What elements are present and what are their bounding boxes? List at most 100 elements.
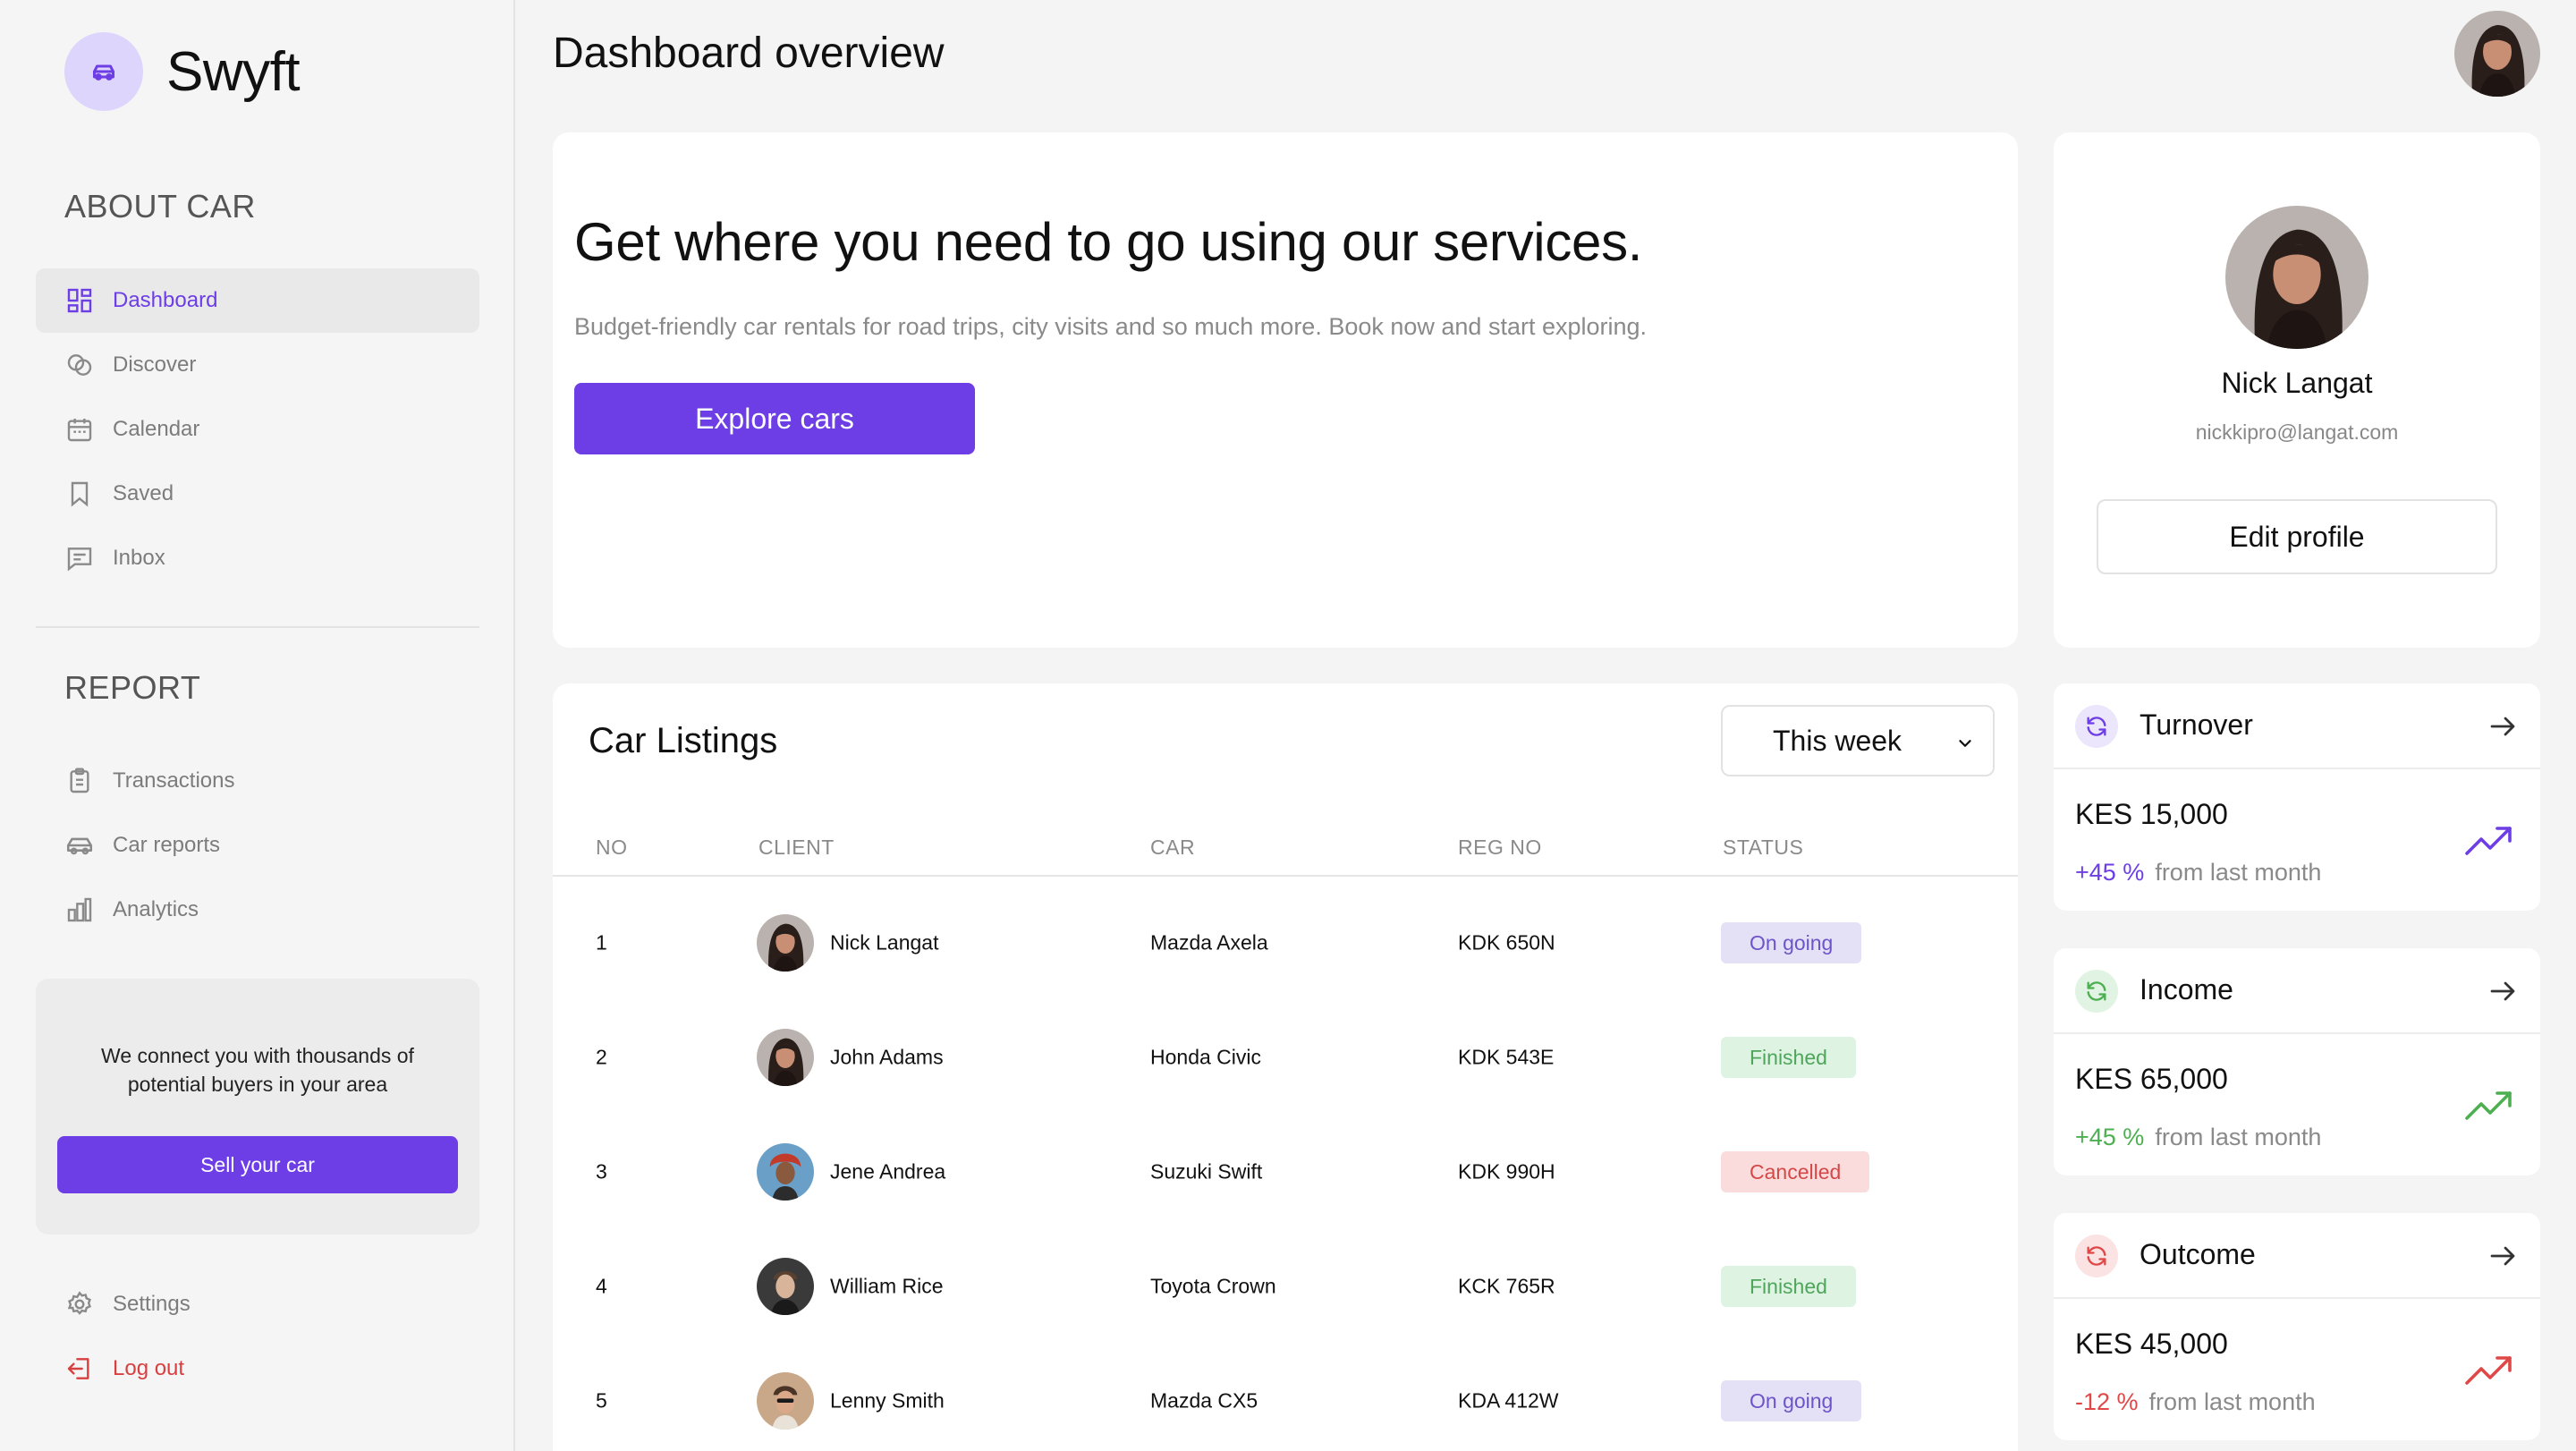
table-row[interactable]: 1 Nick Langat Mazda Axela KDK 650N On go… — [553, 886, 2018, 1000]
arrow-right-icon[interactable] — [2487, 710, 2519, 742]
explore-cars-button[interactable]: Explore cars — [574, 383, 975, 454]
status-badge: On going — [1721, 1380, 1862, 1421]
sidebar: Swyft ABOUT CAR Dashboard Discover Calen… — [0, 0, 515, 1451]
reg-number: KDA 412W — [1458, 1388, 1559, 1413]
client-name: Lenny Smith — [830, 1388, 945, 1413]
sidebar-item-saved[interactable]: Saved — [36, 462, 479, 526]
sidebar-item-dashboard[interactable]: Dashboard — [36, 268, 479, 333]
sidebar-item-analytics[interactable]: Analytics — [36, 878, 479, 942]
refresh-icon — [2075, 970, 2118, 1013]
status-badge: Finished — [1721, 1037, 1856, 1078]
reg-number: KCK 765R — [1458, 1274, 1555, 1298]
sidebar-item-label: Car reports — [113, 833, 221, 857]
stat-card-turnover: Turnover KES 15,000 +45 % from last month — [2054, 683, 2540, 911]
stat-card-header: Outcome — [2054, 1213, 2540, 1299]
sidebar-item-label: Calendar — [113, 417, 200, 441]
promo-text: We connect you with thousands of potenti… — [101, 1044, 414, 1096]
table-header: NO CLIENT CAR REG NO STATUS — [553, 823, 2018, 877]
sidebar-item-label: Log out — [113, 1356, 185, 1380]
sidebar-item-car-reports[interactable]: Car reports — [36, 813, 479, 878]
arrow-right-icon[interactable] — [2487, 1240, 2519, 1272]
sidebar-item-label: Dashboard — [113, 288, 218, 312]
trend-up-icon — [2465, 827, 2512, 855]
stat-value: KES 65,000 — [2075, 1063, 2228, 1095]
user-avatar-image — [2454, 11, 2540, 97]
sidebar-item-label: Discover — [113, 352, 197, 377]
row-number: 3 — [596, 1159, 607, 1184]
sidebar-item-inbox[interactable]: Inbox — [36, 526, 479, 590]
chevron-down-icon — [1959, 740, 1971, 747]
row-number: 2 — [596, 1045, 607, 1069]
car-icon — [93, 64, 114, 81]
section-title-about: ABOUT CAR — [64, 188, 256, 225]
avatar — [757, 1372, 814, 1430]
arrow-right-icon[interactable] — [2487, 975, 2519, 1007]
sidebar-item-label: Saved — [113, 481, 174, 505]
gear-icon — [64, 1289, 95, 1319]
column-header-status: STATUS — [1723, 836, 1804, 859]
trend-up-icon — [2465, 1091, 2512, 1120]
status-badge: Cancelled — [1721, 1151, 1870, 1192]
stat-change-note: from last month — [2155, 859, 2322, 886]
stat-card-header: Income — [2054, 948, 2540, 1034]
stat-change-percent: -12 % — [2075, 1388, 2139, 1415]
avatar[interactable] — [2454, 11, 2540, 97]
page-title: Dashboard overview — [553, 30, 945, 77]
column-header-car: CAR — [1150, 836, 1196, 859]
refresh-icon — [2075, 705, 2118, 748]
stat-value: KES 15,000 — [2075, 798, 2228, 830]
car-name: Mazda Axela — [1150, 930, 1268, 955]
brand[interactable]: Swyft — [64, 32, 301, 111]
table-row[interactable]: 2 John Adams Honda Civic KDK 543E Finish… — [553, 1000, 2018, 1115]
sidebar-item-calendar[interactable]: Calendar — [36, 397, 479, 462]
table-row[interactable]: 4 William Rice Toyota Crown KCK 765R Fin… — [553, 1229, 2018, 1344]
trend-up-icon — [2465, 1356, 2512, 1385]
sidebar-item-transactions[interactable]: Transactions — [36, 749, 479, 813]
hero-card: Get where you need to go using our servi… — [553, 132, 2018, 648]
client-name: Nick Langat — [830, 930, 939, 955]
hero-title: Get where you need to go using our servi… — [574, 212, 1643, 272]
sidebar-item-discover[interactable]: Discover — [36, 333, 479, 397]
stat-card-outcome: Outcome KES 45,000 -12 % from last month — [2054, 1213, 2540, 1440]
clipboard-icon — [64, 766, 95, 796]
client-name: John Adams — [830, 1045, 944, 1069]
row-number: 5 — [596, 1388, 607, 1413]
car-name: Honda Civic — [1150, 1045, 1261, 1069]
row-number: 4 — [596, 1274, 607, 1298]
column-header-reg-no: REG NO — [1458, 836, 1542, 859]
avatar — [757, 1029, 814, 1086]
status-badge: Finished — [1721, 1266, 1856, 1307]
period-select-value: This week — [1773, 724, 1902, 757]
nav-footer: Settings Log out — [36, 1272, 479, 1401]
sell-your-car-button[interactable]: Sell your car — [57, 1136, 458, 1193]
stat-card-header: Turnover — [2054, 683, 2540, 769]
logout-icon — [64, 1353, 95, 1384]
reg-number: KDK 990H — [1458, 1159, 1555, 1184]
avatar — [757, 1258, 814, 1315]
stat-label: Turnover — [2140, 709, 2253, 741]
reg-number: KDK 650N — [1458, 930, 1555, 955]
edit-profile-button[interactable]: Edit profile — [2097, 499, 2497, 574]
period-select[interactable]: This week — [1721, 705, 1995, 776]
refresh-icon — [2075, 1235, 2118, 1277]
avatar — [757, 1143, 814, 1201]
stat-change-percent: +45 % — [2075, 1124, 2145, 1150]
table-row[interactable]: 3 Jene Andrea Suzuki Swift KDK 990H Canc… — [553, 1115, 2018, 1229]
stat-change-note: from last month — [2148, 1388, 2316, 1415]
nav-report: Transactions Car reports Analytics — [36, 749, 479, 942]
stat-label: Income — [2140, 973, 2233, 1006]
car-listings-title: Car Listings — [589, 721, 778, 760]
client-name: Jene Andrea — [830, 1159, 946, 1184]
avatar — [2225, 206, 2368, 349]
table-row[interactable]: 5 Lenny Smith Mazda CX5 KDA 412W On goin… — [553, 1344, 2018, 1451]
sidebar-item-label: Inbox — [113, 546, 165, 570]
sidebar-item-settings[interactable]: Settings — [36, 1272, 479, 1336]
stat-change: +45 % from last month — [2075, 859, 2321, 887]
stat-value: KES 45,000 — [2075, 1328, 2228, 1360]
sidebar-item-logout[interactable]: Log out — [36, 1336, 479, 1401]
car-name: Mazda CX5 — [1150, 1388, 1258, 1413]
stat-label: Outcome — [2140, 1238, 2256, 1270]
car-icon — [64, 830, 95, 861]
column-header-no: NO — [596, 836, 628, 859]
sidebar-item-label: Settings — [113, 1292, 191, 1316]
